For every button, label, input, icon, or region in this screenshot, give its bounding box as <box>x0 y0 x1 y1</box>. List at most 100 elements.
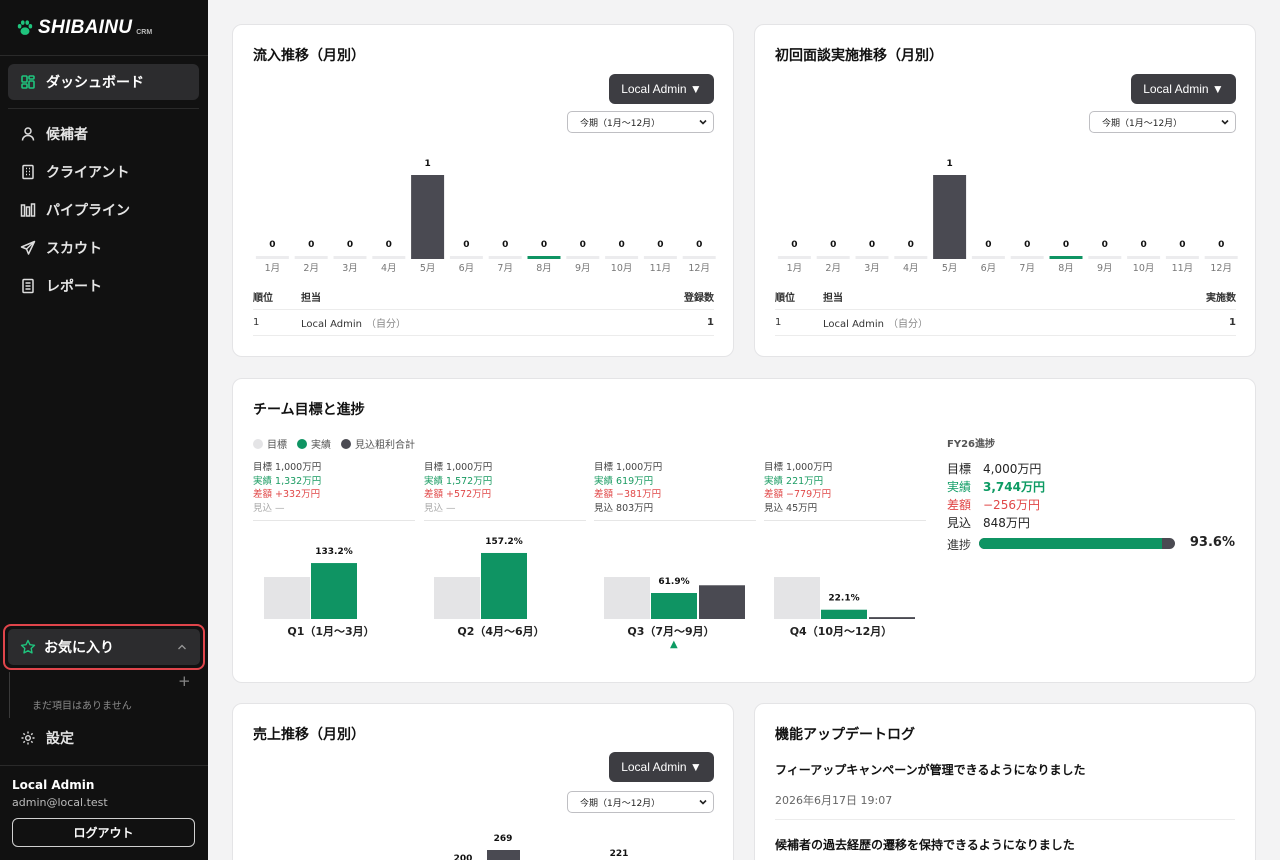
quarter-actual: 実績 1,572万円 <box>424 475 493 487</box>
data-label: 0 <box>985 240 991 250</box>
sidebar-item-settings[interactable]: 設定 <box>8 720 199 756</box>
tick-label: 4月 <box>381 263 397 274</box>
data-label: 0 <box>308 240 314 250</box>
period-select[interactable]: 今期（1月〜12月） <box>567 791 714 813</box>
tick-label: 5月 <box>420 263 436 274</box>
bar-baseline <box>855 256 889 259</box>
chevron-up-icon[interactable] <box>176 641 188 653</box>
owner-name: Local Admin <box>823 319 884 330</box>
data-label: 0 <box>1140 240 1146 250</box>
actual-bar <box>311 563 357 619</box>
team-goal-card: チーム目標と進捗 目標 実績 見込粗利合計 目標 1,000万円 実績 1,33… <box>232 378 1256 683</box>
quarter-block-q1: 目標 1,000万円 実績 1,332万円 差額 +332万円 見込 — <box>253 461 415 521</box>
header-count: 実施数 <box>1206 293 1236 304</box>
divider <box>0 765 208 766</box>
tick-label: 10月 <box>1133 263 1155 274</box>
data-label: 269 <box>494 834 513 844</box>
quarter-target: 目標 1,000万円 <box>764 462 833 473</box>
fy-key: 差額 <box>947 498 972 512</box>
data-label: 0 <box>386 240 392 250</box>
target-bar <box>264 577 310 619</box>
favorites-toggle[interactable]: お気に入り <box>8 629 200 665</box>
bar-baseline <box>1010 256 1044 259</box>
bar-baseline <box>1165 256 1199 259</box>
quarter-actual: 実績 619万円 <box>594 475 654 487</box>
tick-label: 1月 <box>265 263 281 274</box>
target-bar <box>434 577 480 619</box>
sidebar-item-candidates[interactable]: 候補者 <box>8 116 199 152</box>
update-log-item[interactable]: フィーアップキャンペーンが管理できるようになりました 2026年6月17日 19… <box>775 761 1235 808</box>
user-select-button[interactable]: Local Admin ▼ <box>609 74 714 104</box>
user-email: admin@local.test <box>12 796 108 809</box>
data-label: 0 <box>696 240 702 250</box>
add-favorite-button[interactable]: + <box>178 672 191 690</box>
data-label: 1 <box>946 159 952 169</box>
data-label: 0 <box>1218 240 1224 250</box>
data-label: 0 <box>908 240 914 250</box>
quarter-target: 目標 1,000万円 <box>424 462 493 473</box>
card-title: 売上推移（月別） <box>253 727 365 743</box>
update-date: 2026年6月17日 19:07 <box>775 794 893 807</box>
data-label: 0 <box>1063 240 1069 250</box>
interview-chart: 0 1月 0 2月 0 3月 0 4月 1 5月 0 6月 0 7月 0 8月 0 9月 0 10月 0 11月 0 12月 <box>777 159 1238 274</box>
user-select-button[interactable]: Local Admin ▼ <box>609 752 714 782</box>
tick-label: 3月 <box>864 263 880 274</box>
interview-card: 初回面談実施推移（月別） Local Admin ▼ 今期（1月〜12月） 0 1… <box>754 24 1256 357</box>
fy-title: FY26進捗 <box>947 439 995 450</box>
data-label: 0 <box>657 240 663 250</box>
update-title: フィーアップキャンペーンが管理できるようになりました <box>775 763 1086 777</box>
logout-button[interactable]: ログアウト <box>12 818 195 847</box>
fy-key: 目標 <box>947 462 972 476</box>
period-select[interactable]: 今期（1月〜12月） <box>1089 111 1236 133</box>
header-count: 登録数 <box>684 293 714 304</box>
bar-baseline <box>566 256 600 259</box>
cell-count: 1 <box>1229 317 1236 328</box>
card-title: チーム目標と進捗 <box>253 402 365 418</box>
person-icon <box>21 127 35 141</box>
sidebar-item-reports[interactable]: レポート <box>8 268 199 304</box>
quarter-target: 目標 1,000万円 <box>253 462 322 473</box>
sidebar-item-pipeline[interactable]: パイプライン <box>8 192 199 228</box>
update-log-item[interactable]: 候補者の過去経歴の遷移を保持できるようになりました <box>775 836 1235 853</box>
sidebar-item-label: レポート <box>46 279 102 295</box>
fy-value: 4,000万円 <box>983 462 1042 476</box>
divider <box>8 108 199 109</box>
sidebar-item-dashboard[interactable]: ダッシュボード <box>8 64 199 100</box>
sidebar-item-label: パイプライン <box>46 203 130 219</box>
actual-bar <box>481 552 527 619</box>
data-label: 22.1% <box>828 594 859 604</box>
quarter-diff: 差額 −779万円 <box>764 489 832 500</box>
legend-label: 見込粗利合計 <box>355 440 415 451</box>
quarter-stats: 目標 1,000万円 実績 619万円 差額 −381万円 見込 803万円 <box>594 461 756 521</box>
tick-label: 8月 <box>536 263 552 274</box>
period-select[interactable]: 今期（1月〜12月） <box>567 111 714 133</box>
data-label: 0 <box>830 240 836 250</box>
bar-baseline <box>643 256 677 259</box>
card-title: 機能アップデートログ <box>775 727 915 743</box>
data-label: 0 <box>502 240 508 250</box>
favorites-tree-line <box>9 672 10 718</box>
table-row[interactable]: 1 Local Admin （自分） 1 <box>253 310 714 336</box>
bar-baseline <box>971 256 1005 259</box>
pipeline-icon <box>20 203 36 217</box>
bar-baseline <box>488 256 522 259</box>
legend-item-target: 目標 <box>253 436 287 451</box>
data-label: 133.2% <box>315 547 353 557</box>
quarter-target: 目標 1,000万円 <box>594 462 663 473</box>
bar-baseline <box>682 256 716 259</box>
sales-chart: 200 269 221 <box>454 834 628 860</box>
tick-label: 8月 <box>1058 263 1074 274</box>
favorites-empty-text: まだ項目はありません <box>32 701 132 712</box>
sidebar-item-clients[interactable]: クライアント <box>8 154 199 190</box>
bar-baseline <box>527 256 561 259</box>
table-row[interactable]: 1 Local Admin （自分） 1 <box>775 310 1236 336</box>
chevron-down-icon <box>699 799 707 805</box>
owner-self-tag: （自分） <box>365 319 406 330</box>
user-select-button[interactable]: Local Admin ▼ <box>1131 74 1236 104</box>
brand-logo[interactable]: SHIBAINU CRM <box>16 16 152 40</box>
bar-baseline <box>1049 256 1083 259</box>
star-icon <box>20 639 36 654</box>
sidebar-item-scout[interactable]: スカウト <box>8 230 199 266</box>
tick-label: 5月 <box>942 263 958 274</box>
favorites-highlight: お気に入り <box>3 624 205 670</box>
